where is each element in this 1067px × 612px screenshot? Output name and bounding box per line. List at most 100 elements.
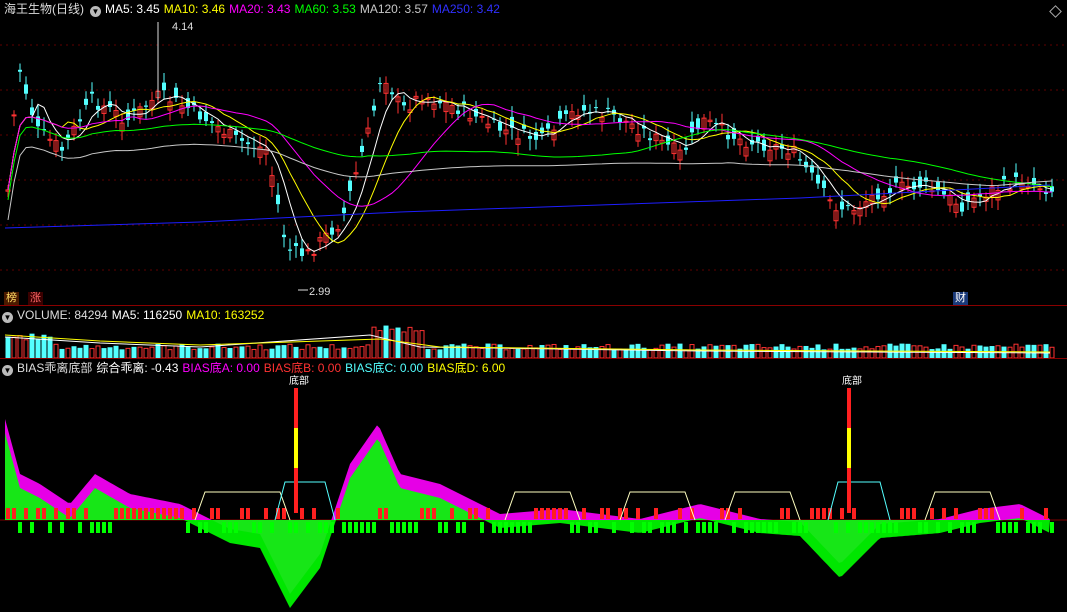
bias-chart[interactable] (0, 360, 1067, 612)
bias-green-bar (924, 522, 928, 533)
bias-green-bar (252, 522, 256, 533)
candle-body (78, 119, 82, 122)
bias-red-bar (912, 508, 916, 519)
bottom-marker-label: 底部 (842, 376, 862, 387)
bias-green-bar (570, 522, 574, 533)
volume-bar (293, 346, 299, 359)
bias-red-bar (426, 508, 430, 519)
chevron-down-icon[interactable]: ▼ (2, 365, 13, 376)
bias-green-bar (714, 522, 718, 533)
volume-bar (497, 344, 503, 359)
candle-body (198, 111, 202, 120)
bottom-signal-bar (847, 468, 851, 513)
candle-body (234, 130, 238, 135)
volume-bar (725, 345, 731, 359)
bias-red-bar (42, 508, 46, 519)
candle-body (96, 105, 100, 110)
candle-body (210, 121, 214, 124)
candle-body (288, 249, 292, 251)
bias-red-bar (840, 508, 844, 519)
volume-bar (149, 346, 155, 359)
volume-bar (161, 345, 167, 359)
bias-green-bar (1008, 522, 1012, 533)
volume-bar (5, 336, 11, 359)
ma120-value: MA120: 3.57 (359, 2, 428, 16)
bias-red-bar (942, 508, 946, 519)
bias-green-bar (270, 522, 274, 533)
bias-green-bar (492, 522, 496, 533)
bias-red-bar (168, 508, 172, 519)
stock-name[interactable]: 海王生物(日线) (4, 2, 84, 16)
bias-green-bar (444, 522, 448, 533)
candle-body (798, 159, 802, 161)
candle-body (888, 188, 892, 194)
bias-red-bar (450, 508, 454, 519)
bias-green-bar (204, 522, 208, 533)
cai-tag[interactable]: 财 (953, 292, 968, 305)
candle-body (18, 69, 22, 72)
bias-green-bar (1002, 522, 1006, 533)
bias-indicator-panel[interactable]: ▼ BIAS乖离底部 综合乖离: -0.43 BIAS底A: 0.00 BIAS底B: … (0, 360, 1067, 612)
volume-bar (137, 346, 143, 359)
bias-red-bar (1044, 508, 1048, 519)
bottom-signal-bar (847, 388, 851, 428)
volume-chart-panel[interactable]: ▼ VOLUME: 84294 MA5: 116250 MA10: 163252 (0, 307, 1067, 359)
volume-bar (89, 348, 95, 359)
bang-tag[interactable]: 榜 (4, 292, 19, 305)
candlestick-chart[interactable] (0, 0, 1067, 306)
bias-green-bar (846, 522, 850, 533)
volume-bar (473, 346, 479, 359)
volume-bar (605, 344, 611, 359)
bias-red-bar (114, 508, 118, 519)
bias-green-bar (966, 522, 970, 533)
candle-body (348, 180, 352, 191)
volume-bar (35, 338, 41, 359)
volume-bar (173, 345, 179, 359)
volume-ma5: MA5: 116250 (111, 308, 183, 322)
volume-bar (95, 345, 101, 359)
bias-red-bar (264, 508, 268, 519)
volume-bar (275, 345, 281, 359)
candle-body (606, 107, 610, 109)
ma10-value: MA10: 3.46 (163, 2, 226, 16)
bias-green-bar (768, 522, 772, 533)
volume-bar (353, 346, 359, 359)
volume-bar (491, 343, 497, 359)
volume-bar (509, 348, 515, 359)
candle-body (305, 249, 311, 252)
candle-body (456, 110, 460, 114)
volume-bar (767, 347, 773, 359)
bias-red-bar (738, 508, 742, 519)
candle-body (498, 121, 502, 131)
candle-body (372, 105, 376, 111)
bias-red-bar (564, 508, 568, 519)
bias-red-bar (246, 508, 250, 519)
volume-bar (59, 348, 65, 359)
candle-body (594, 107, 598, 109)
chevron-down-icon[interactable]: ▼ (90, 6, 101, 17)
volume-bar (65, 347, 71, 359)
candle-body (546, 123, 550, 129)
bias-red-bar (240, 508, 244, 519)
volume-ma10: MA10: 163252 (186, 308, 265, 322)
volume-bar (1049, 346, 1055, 359)
volume-bar (479, 347, 485, 359)
bias-red-bar (216, 508, 220, 519)
candle-body (1037, 188, 1043, 191)
bias-red-bar (12, 508, 16, 519)
candle-body (342, 207, 346, 214)
bias-green-bar (660, 522, 664, 533)
price-chart-panel[interactable]: 海王生物(日线) ▼ MA5: 3.45 MA10: 3.46 MA20: 3.43 MA… (0, 0, 1067, 306)
candle-body (816, 174, 820, 184)
volume-bar (623, 348, 629, 359)
zhang-tag[interactable]: 涨 (28, 292, 43, 305)
candle-body (162, 82, 166, 91)
bias-red-bar (126, 508, 130, 519)
bias-green-bar (288, 522, 292, 533)
bias-green-bar (330, 522, 334, 533)
bottom-signal-bar (294, 428, 298, 468)
chevron-down-icon[interactable]: ▼ (2, 312, 13, 323)
bias-red-bar (54, 508, 58, 519)
bias-green-bar (522, 522, 526, 533)
volume-bar (17, 335, 23, 359)
